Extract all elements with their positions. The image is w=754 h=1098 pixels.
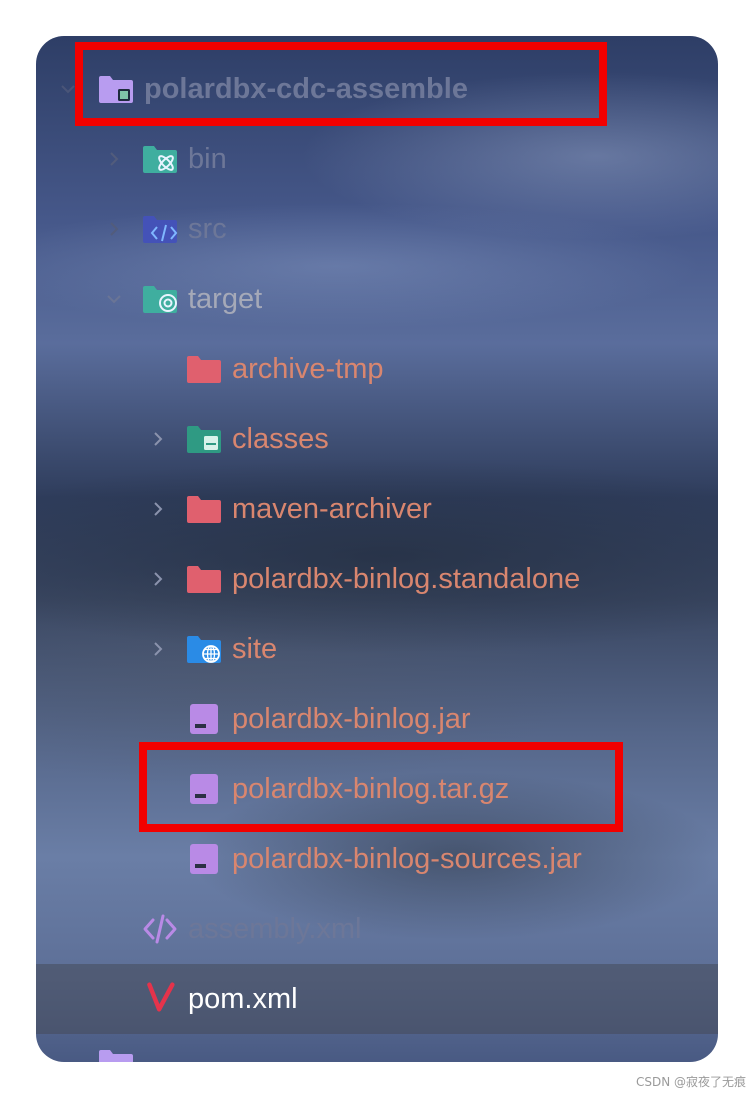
project-tree-panel: polardbx-cdc-assemble bin src target arc… <box>36 36 718 1062</box>
highlight-box-module <box>75 42 607 126</box>
tree-item-label: target <box>188 283 263 315</box>
tree-item-label: bin <box>188 143 227 175</box>
tree-item-label: src <box>188 213 227 245</box>
chevron-right-icon[interactable] <box>150 641 166 657</box>
tree-item-site[interactable]: site <box>36 614 718 684</box>
chevron-right-icon[interactable] <box>106 221 122 237</box>
tree-item-target[interactable]: target <box>36 264 718 334</box>
tree-item-src[interactable]: src <box>36 194 718 264</box>
tree-item-polardbx-binlog-standalone[interactable]: polardbx-binlog.standalone <box>36 544 718 614</box>
target-folder-icon <box>142 284 178 314</box>
site-folder-icon <box>186 634 222 664</box>
tree-item-label: archive-tmp <box>232 353 384 385</box>
tree-item-label: assembly.xml <box>188 913 362 945</box>
src-folder-icon <box>142 214 178 244</box>
tree-item-pom-xml[interactable]: pom.xml <box>36 964 718 1034</box>
archive-file-icon <box>186 704 222 734</box>
chevron-down-icon[interactable] <box>106 291 122 307</box>
folder-icon <box>186 354 222 384</box>
chevron-right-icon[interactable] <box>150 571 166 587</box>
maven-icon <box>142 982 178 1012</box>
folder-icon <box>186 564 222 594</box>
chevron-down-icon[interactable] <box>60 81 76 97</box>
folder-icon <box>186 494 222 524</box>
bin-folder-icon <box>142 144 178 174</box>
xml-file-icon <box>142 914 178 944</box>
archive-file-icon <box>186 844 222 874</box>
tree-item-assembly-xml[interactable]: assembly.xml <box>36 894 718 964</box>
folder-icon <box>98 1048 134 1062</box>
tree-item-classes[interactable]: classes <box>36 404 718 474</box>
tree-item-bin[interactable]: bin <box>36 124 718 194</box>
tree-item-label: site <box>232 633 278 665</box>
watermark: CSDN @寂夜了无痕 <box>635 1075 746 1089</box>
tree-item-label: pom.xml <box>188 983 298 1015</box>
chevron-right-icon[interactable] <box>150 501 166 517</box>
chevron-right-icon[interactable] <box>150 431 166 447</box>
classes-folder-icon <box>186 424 222 454</box>
chevron-right-icon[interactable] <box>106 151 122 167</box>
highlight-box-tar-gz <box>139 742 623 832</box>
tree-item-polardbx-binlog-sources-jar[interactable]: polardbx-binlog-sources.jar <box>36 824 718 894</box>
tree-item-label: polardbx-binlog.standalone <box>232 563 581 595</box>
tree-item-label: classes <box>232 423 329 455</box>
tree-item-archive-tmp[interactable]: archive-tmp <box>36 334 718 404</box>
tree-item-label: polardbx-binlog-sources.jar <box>232 843 582 875</box>
tree-item-label: maven-archiver <box>232 493 432 525</box>
tree-item-maven-archiver[interactable]: maven-archiver <box>36 474 718 544</box>
